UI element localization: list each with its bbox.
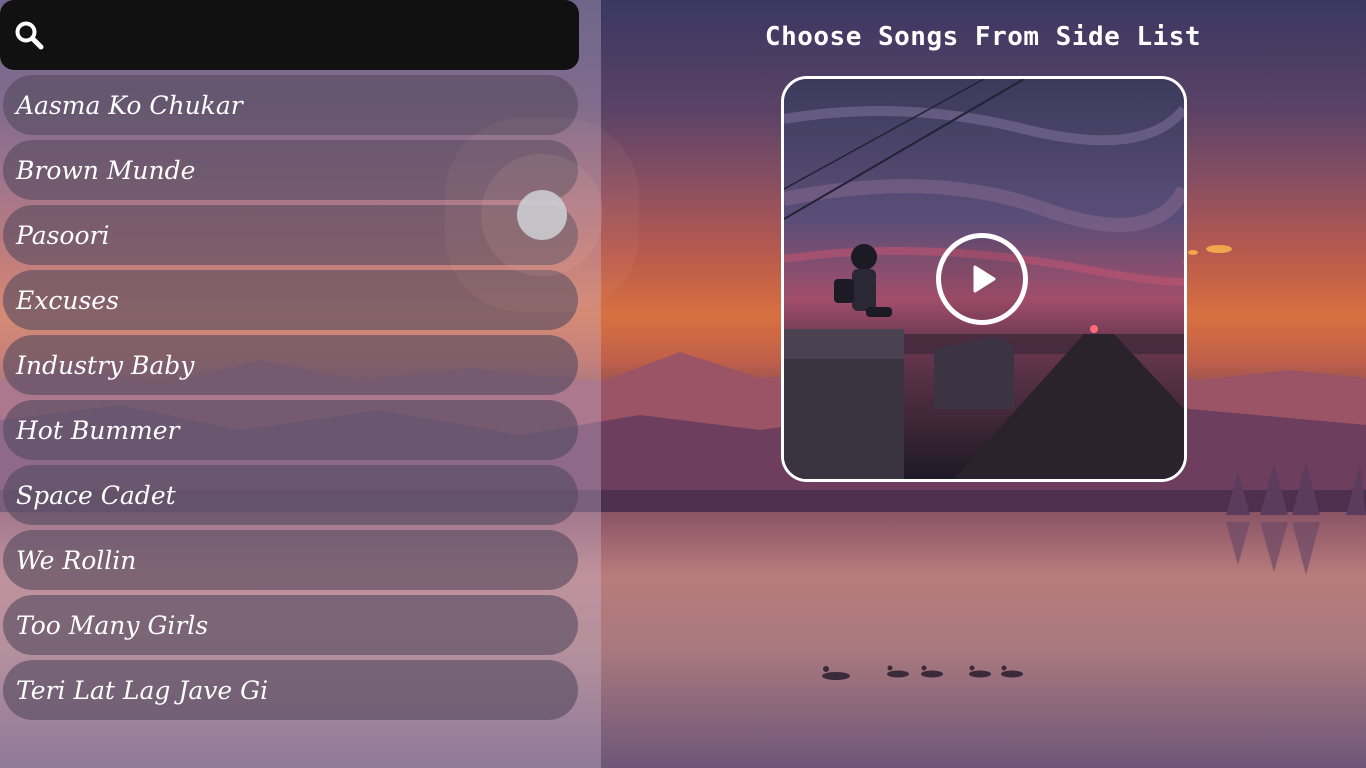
song-item-excuses[interactable]: Excuses <box>3 270 578 330</box>
song-item-too-many-girls[interactable]: Too Many Girls <box>3 595 578 655</box>
song-sidebar: Aasma Ko Chukar Brown Munde Pasoori Excu… <box>0 0 601 768</box>
song-item-teri-lat-lag-jave-gi[interactable]: Teri Lat Lag Jave Gi <box>3 660 578 720</box>
search-input[interactable] <box>58 15 558 55</box>
scroll-thumb[interactable] <box>517 190 567 240</box>
play-button[interactable] <box>936 233 1028 325</box>
background-cloud <box>1188 250 1198 255</box>
song-list: Aasma Ko Chukar Brown Munde Pasoori Excu… <box>3 75 578 725</box>
song-item-brown-munde[interactable]: Brown Munde <box>3 140 578 200</box>
song-item-we-rollin[interactable]: We Rollin <box>3 530 578 590</box>
background-ducks <box>822 665 1023 680</box>
song-item-industry-baby[interactable]: Industry Baby <box>3 335 578 395</box>
song-item-pasoori[interactable]: Pasoori <box>3 205 578 265</box>
background-cloud <box>1206 245 1232 253</box>
page-title: Choose Songs From Side List <box>764 22 1202 52</box>
song-item-space-cadet[interactable]: Space Cadet <box>3 465 578 525</box>
search-bar <box>0 0 579 70</box>
search-icon[interactable] <box>14 20 44 50</box>
song-item-aasma-ko-chukar[interactable]: Aasma Ko Chukar <box>3 75 578 135</box>
background-trees <box>1226 462 1366 575</box>
play-icon <box>973 265 996 293</box>
song-item-hot-bummer[interactable]: Hot Bummer <box>3 400 578 460</box>
